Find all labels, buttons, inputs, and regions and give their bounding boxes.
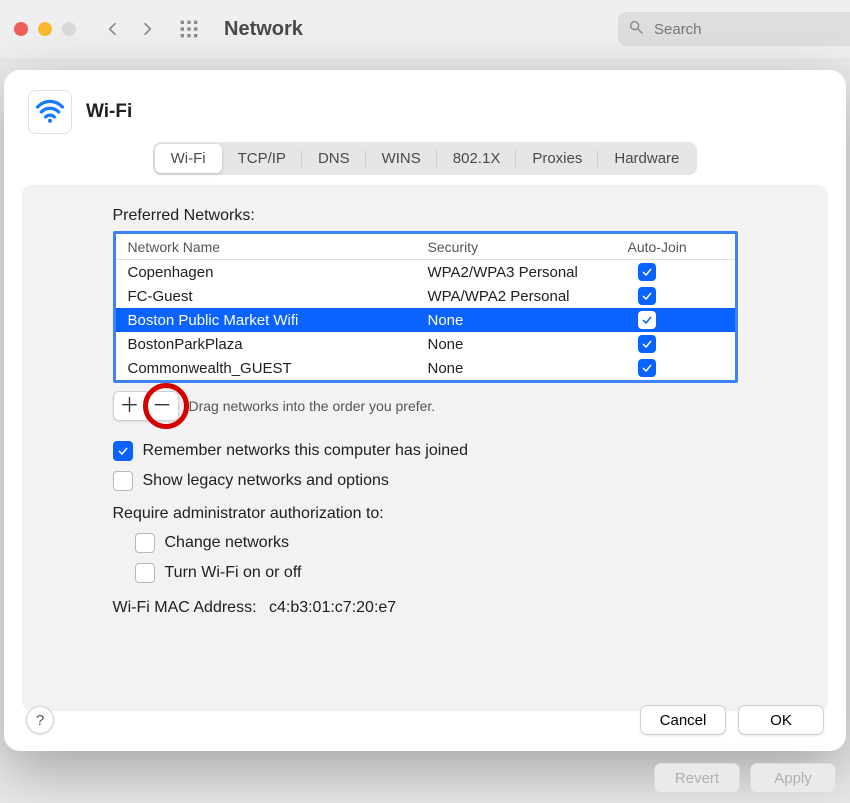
network-autojoin-cell[interactable]	[628, 335, 738, 353]
checkmark-icon	[638, 335, 656, 353]
checkbox-icon	[113, 441, 133, 461]
tab-802-1x[interactable]: 802.1X	[437, 144, 517, 173]
sheet-title: Wi-Fi	[86, 101, 132, 123]
wifi-icon	[28, 90, 72, 134]
network-name-cell: Commonwealth_GUEST	[128, 360, 428, 377]
network-security-cell: None	[428, 312, 628, 329]
checkmark-icon	[638, 263, 656, 281]
close-window-button[interactable]	[14, 22, 28, 36]
network-security-cell: None	[428, 360, 628, 377]
show-legacy-checkbox[interactable]: Show legacy networks and options	[113, 471, 738, 491]
network-row[interactable]: Commonwealth_GUESTNone	[116, 356, 735, 380]
forward-button[interactable]	[132, 14, 162, 44]
network-row[interactable]: CopenhagenWPA2/WPA3 Personal	[116, 260, 735, 284]
window-traffic-lights	[14, 22, 76, 36]
tab-hardware[interactable]: Hardware	[598, 144, 695, 173]
drag-hint: Drag networks into the order you prefer.	[189, 398, 436, 414]
network-name-cell: FC-Guest	[128, 288, 428, 305]
checkbox-icon	[113, 471, 133, 491]
tab-wins[interactable]: WINS	[366, 144, 437, 173]
network-autojoin-cell[interactable]	[628, 311, 738, 329]
toolbar: Network	[0, 0, 850, 58]
background-footer: Revert Apply	[654, 763, 836, 793]
network-name-cell: BostonParkPlaza	[128, 336, 428, 353]
wifi-advanced-sheet: Wi-Fi Wi-FiTCP/IPDNSWINS802.1XProxiesHar…	[4, 70, 846, 751]
checkmark-icon	[638, 359, 656, 377]
admin-wifi-toggle-checkbox[interactable]: Turn Wi-Fi on or off	[135, 563, 738, 583]
wifi-panel: Preferred Networks: Network Name Securit…	[22, 185, 828, 711]
network-row[interactable]: BostonParkPlazaNone	[116, 332, 735, 356]
col-network-name[interactable]: Network Name	[128, 239, 428, 255]
add-network-button[interactable]: ＋	[114, 392, 146, 420]
network-list-header: Network Name Security Auto-Join	[116, 234, 735, 260]
network-row[interactable]: FC-GuestWPA/WPA2 Personal	[116, 284, 735, 308]
tab-dns[interactable]: DNS	[302, 144, 366, 173]
show-all-prefs-icon[interactable]	[176, 16, 202, 42]
back-button[interactable]	[98, 14, 128, 44]
system-preferences-window: Network Wi-Fi Wi-FiTCP/IPDNSWINS802.1XPr…	[0, 0, 850, 803]
minimize-window-button[interactable]	[38, 22, 52, 36]
remember-networks-checkbox[interactable]: Remember networks this computer has join…	[113, 441, 738, 461]
preferred-networks-list[interactable]: Network Name Security Auto-Join Copenhag…	[113, 231, 738, 383]
apply-button[interactable]: Apply	[750, 763, 836, 793]
settings-tabs: Wi-FiTCP/IPDNSWINS802.1XProxiesHardware	[153, 142, 698, 175]
zoom-window-button[interactable]	[62, 22, 76, 36]
checkbox-icon	[135, 533, 155, 553]
network-autojoin-cell[interactable]	[628, 287, 738, 305]
toolbar-title: Network	[224, 18, 303, 41]
remove-network-button[interactable]: －	[146, 392, 178, 420]
tab-wi-fi[interactable]: Wi-Fi	[155, 144, 222, 173]
network-name-cell: Copenhagen	[128, 264, 428, 281]
checkmark-icon	[638, 311, 656, 329]
network-autojoin-cell[interactable]	[628, 359, 738, 377]
mac-address-label: Wi-Fi MAC Address:	[113, 599, 257, 616]
checkbox-icon	[135, 563, 155, 583]
network-security-cell: WPA2/WPA3 Personal	[428, 264, 628, 281]
remember-networks-label: Remember networks this computer has join…	[143, 442, 468, 460]
mac-address-value: c4:b3:01:c7:20:e7	[269, 599, 396, 616]
search-field[interactable]	[618, 12, 850, 46]
network-security-cell: None	[428, 336, 628, 353]
search-input[interactable]	[652, 20, 840, 39]
cancel-button[interactable]: Cancel	[640, 705, 726, 735]
admin-change-networks-label: Change networks	[165, 534, 290, 552]
tab-tcp-ip[interactable]: TCP/IP	[222, 144, 302, 173]
tab-proxies[interactable]: Proxies	[516, 144, 598, 173]
show-legacy-label: Show legacy networks and options	[143, 472, 389, 490]
col-security[interactable]: Security	[428, 239, 628, 255]
revert-button[interactable]: Revert	[654, 763, 740, 793]
network-row[interactable]: Boston Public Market WifiNone	[116, 308, 735, 332]
ok-button[interactable]: OK	[738, 705, 824, 735]
preferred-networks-label: Preferred Networks:	[113, 207, 738, 225]
admin-change-networks-checkbox[interactable]: Change networks	[135, 533, 738, 553]
search-icon	[628, 19, 644, 39]
network-security-cell: WPA/WPA2 Personal	[428, 288, 628, 305]
checkmark-icon	[638, 287, 656, 305]
network-autojoin-cell[interactable]	[628, 263, 738, 281]
admin-auth-label: Require administrator authorization to:	[113, 505, 384, 523]
help-button[interactable]: ?	[26, 706, 54, 734]
col-autojoin[interactable]: Auto-Join	[628, 239, 738, 255]
network-name-cell: Boston Public Market Wifi	[128, 312, 428, 329]
admin-wifi-toggle-label: Turn Wi-Fi on or off	[165, 564, 302, 582]
